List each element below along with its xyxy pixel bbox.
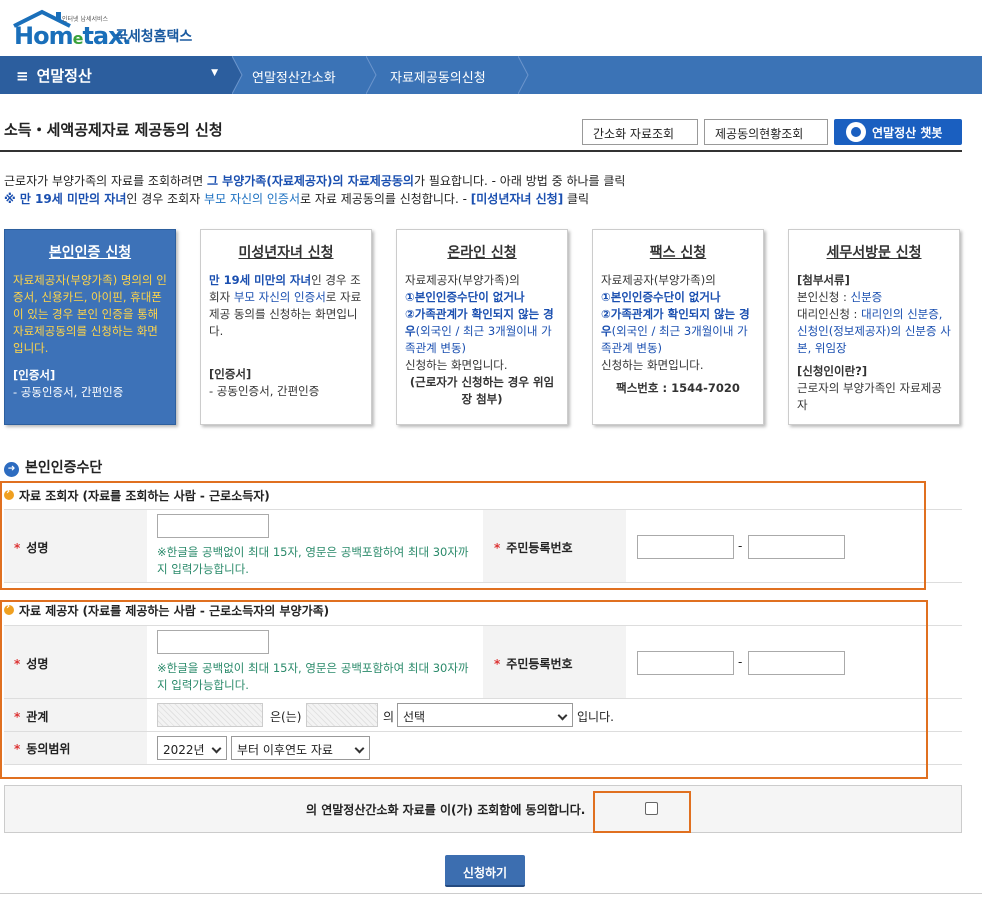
checkbox-highlight-box	[593, 791, 691, 833]
card-body: 만 19세 미만의 자녀인 경우 조회자 부모 자신의 인증서로 자료 제공 동…	[209, 273, 362, 338]
card-title: 미성년자녀 신청	[238, 245, 334, 261]
fax-number: 팩스번호 : 1544-7020	[616, 381, 740, 395]
card-title: 세무서방문 신청	[826, 245, 922, 261]
simple-data-lookup-button[interactable]: 간소화 자료조회	[582, 119, 698, 145]
chatbot-icon	[846, 122, 866, 142]
caret-down-icon: ▼	[211, 68, 218, 78]
section-title: ➜ 본인인증수단	[4, 457, 102, 477]
card-fax[interactable]: 팩스 신청 자료제공자(부양가족)의 ①본인인증수단이 없거나 ②가족관계가 확…	[592, 229, 764, 425]
consent-status-lookup-button[interactable]: 제공동의현황조회	[704, 119, 828, 145]
card-body: [첨부서류] 본인신청 : 신분증 대리인신청 : 대리인의 신분증, 신청인(…	[797, 273, 951, 412]
chatbot-button[interactable]: 연말정산 챗봇	[834, 119, 962, 145]
card-title: 팩스 신청	[649, 245, 707, 261]
card-title: 온라인 신청	[447, 245, 517, 261]
card-section-title: [인증서]	[13, 368, 56, 382]
card-tax-office-visit[interactable]: 세무서방문 신청 [첨부서류] 본인신청 : 신분증 대리인신청 : 대리인의 …	[788, 229, 960, 425]
card-section-title: [인증서]	[209, 367, 252, 381]
breadcrumb-separator-icon	[232, 56, 243, 94]
card-title: 본인인증 신청	[48, 245, 132, 261]
card-minor-child[interactable]: 미성년자녀 신청 만 19세 미만의 자녀인 경우 조회자 부모 자신의 인증서…	[200, 229, 372, 425]
arrow-circle-icon: ➜	[4, 462, 19, 477]
nav-main-label: 연말정산	[36, 67, 92, 85]
card-body: 자료제공자(부양가족) 명의의 인증서, 신용카드, 아이핀, 휴대폰이 있는 …	[13, 273, 167, 355]
provider-highlight-box	[0, 600, 928, 779]
page-title: 소득・세액공제자료 제공동의 신청	[4, 121, 223, 139]
logo-korean: 국세청홈택스	[115, 29, 193, 45]
card-body: 자료제공자(부양가족)의 ①본인인증수단이 없거나 ②가족관계가 확인되지 않는…	[601, 272, 755, 397]
hometax-logo[interactable]: 인터넷 납세서비스 Hometax. 국세청홈택스	[10, 4, 210, 54]
nav-bar: ≡ 연말정산 ▼ 연말정산간소화 자료제공동의신청	[0, 56, 982, 94]
breadcrumb-consent-request[interactable]: 자료제공동의신청	[390, 56, 486, 94]
agreement-text: 의 연말정산간소화 자료를 이(가) 조회함에 동의합니다.	[306, 803, 586, 817]
nav-menu-button[interactable]: ≡ 연말정산 ▼	[0, 56, 232, 94]
viewer-highlight-box	[0, 481, 926, 590]
menu-icon: ≡	[16, 67, 29, 85]
intro-line-2: ※ 만 19세 미만의 자녀인 경우 조회자 부모 자신의 인증서로 자료 제공…	[4, 192, 590, 206]
card-self-auth[interactable]: 본인인증 신청 자료제공자(부양가족) 명의의 인증서, 신용카드, 아이핀, …	[4, 229, 176, 425]
breadcrumb-year-end-simple[interactable]: 연말정산간소화	[252, 56, 336, 94]
breadcrumb-separator-icon	[366, 56, 377, 94]
title-divider	[0, 150, 962, 152]
card-online[interactable]: 온라인 신청 자료제공자(부양가족)의 ①본인인증수단이 없거나 ②가족관계가 …	[396, 229, 568, 425]
minor-child-link[interactable]: [미성년자녀 신청]	[471, 192, 563, 206]
intro-line-1: 근로자가 부양가족의 자료를 조회하려면 그 부양가족(자료제공자)의 자료제공…	[4, 174, 626, 188]
chatbot-label: 연말정산 챗봇	[872, 126, 943, 140]
submit-button[interactable]: 신청하기	[445, 855, 525, 887]
card-section-body: - 공동인증서, 간편인증	[209, 384, 320, 398]
card-body: 자료제공자(부양가족)의 ①본인인증수단이 없거나 ②가족관계가 확인되지 않는…	[405, 273, 555, 406]
breadcrumb-separator-icon	[518, 56, 529, 94]
card-section-body: - 공동인증서, 간편인증	[13, 385, 124, 399]
logo-wordmark: Hometax.	[14, 22, 132, 50]
